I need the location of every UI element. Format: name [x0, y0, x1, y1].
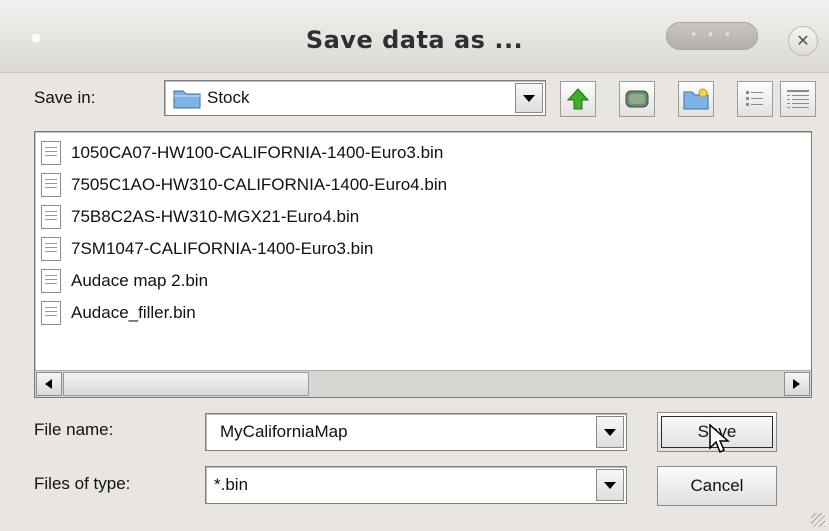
new-folder-icon	[683, 88, 709, 110]
files-of-type-select[interactable]: *.bin	[205, 466, 627, 504]
list-item[interactable]: 75B8C2AS-HW310-MGX21-Euro4.bin	[41, 204, 359, 230]
title-bar[interactable]: Save data as ... • • • ✕	[0, 0, 829, 73]
save-in-folder-name: Stock	[207, 88, 250, 107]
file-name-dropdown-button[interactable]	[596, 416, 624, 448]
files-of-type-value: *.bin	[214, 475, 249, 494]
document-icon	[41, 173, 61, 197]
file-name: Audace_filler.bin	[71, 303, 196, 322]
desktop-button[interactable]	[619, 81, 655, 117]
document-icon	[41, 141, 61, 165]
save-in-dropdown-button[interactable]	[515, 83, 543, 113]
file-name: 1050CA07-HW100-CALIFORNIA-1400-Euro3.bin	[71, 143, 444, 162]
list-item[interactable]: 7SM1047-CALIFORNIA-1400-Euro3.bin	[41, 236, 373, 262]
resize-grip[interactable]	[811, 513, 825, 527]
document-icon	[41, 301, 61, 325]
scroll-left-button[interactable]	[36, 372, 62, 396]
scrollbar-thumb[interactable]	[63, 372, 309, 396]
create-new-folder-button[interactable]	[678, 81, 714, 117]
save-in-label: Save in:	[34, 88, 96, 107]
horizontal-scrollbar[interactable]	[35, 370, 811, 397]
mouse-pointer-icon	[709, 423, 730, 454]
cancel-button[interactable]: Cancel	[657, 466, 777, 506]
save-in-combobox[interactable]: Stock	[164, 80, 546, 116]
details-view-button[interactable]	[780, 81, 816, 117]
file-name-label: File name:	[34, 420, 114, 439]
files-of-type-label: Files of type:	[34, 474, 131, 493]
green-up-arrow-icon	[566, 88, 590, 110]
scroll-right-button[interactable]	[784, 372, 810, 396]
file-name: Audace map 2.bin	[71, 271, 209, 290]
file-name-value: MyCaliforniaMap	[220, 422, 348, 441]
up-one-level-button[interactable]	[560, 81, 596, 117]
chevron-right-icon	[793, 379, 800, 389]
list-item[interactable]: Audace map 2.bin	[41, 268, 208, 294]
list-view-button[interactable]	[737, 81, 773, 117]
chevron-down-icon	[604, 428, 616, 436]
file-name: 7SM1047-CALIFORNIA-1400-Euro3.bin	[71, 239, 374, 258]
chevron-down-icon	[604, 481, 616, 489]
close-button[interactable]: ✕	[788, 26, 818, 56]
list-item[interactable]: 7505C1AO-HW310-CALIFORNIA-1400-Euro4.bin	[41, 172, 447, 198]
folder-icon	[173, 90, 201, 109]
document-icon	[41, 269, 61, 293]
chevron-left-icon	[45, 379, 52, 389]
file-list[interactable]: 1050CA07-HW100-CALIFORNIA-1400-Euro3.bin…	[34, 131, 812, 398]
files-of-type-dropdown-button[interactable]	[596, 469, 624, 501]
file-name-field[interactable]: MyCaliforniaMap	[205, 413, 627, 451]
list-item[interactable]: 1050CA07-HW100-CALIFORNIA-1400-Euro3.bin	[41, 140, 443, 166]
document-icon	[41, 205, 61, 229]
window-controls-pill[interactable]: • • •	[666, 22, 758, 50]
chevron-down-icon	[523, 94, 535, 102]
file-name: 7505C1AO-HW310-CALIFORNIA-1400-Euro4.bin	[71, 175, 448, 194]
list-view-icon	[746, 91, 763, 106]
details-view-icon	[787, 90, 809, 108]
file-name: 75B8C2AS-HW310-MGX21-Euro4.bin	[71, 207, 360, 226]
list-item[interactable]: Audace_filler.bin	[41, 300, 196, 326]
desktop-icon	[625, 90, 649, 108]
document-icon	[41, 237, 61, 261]
